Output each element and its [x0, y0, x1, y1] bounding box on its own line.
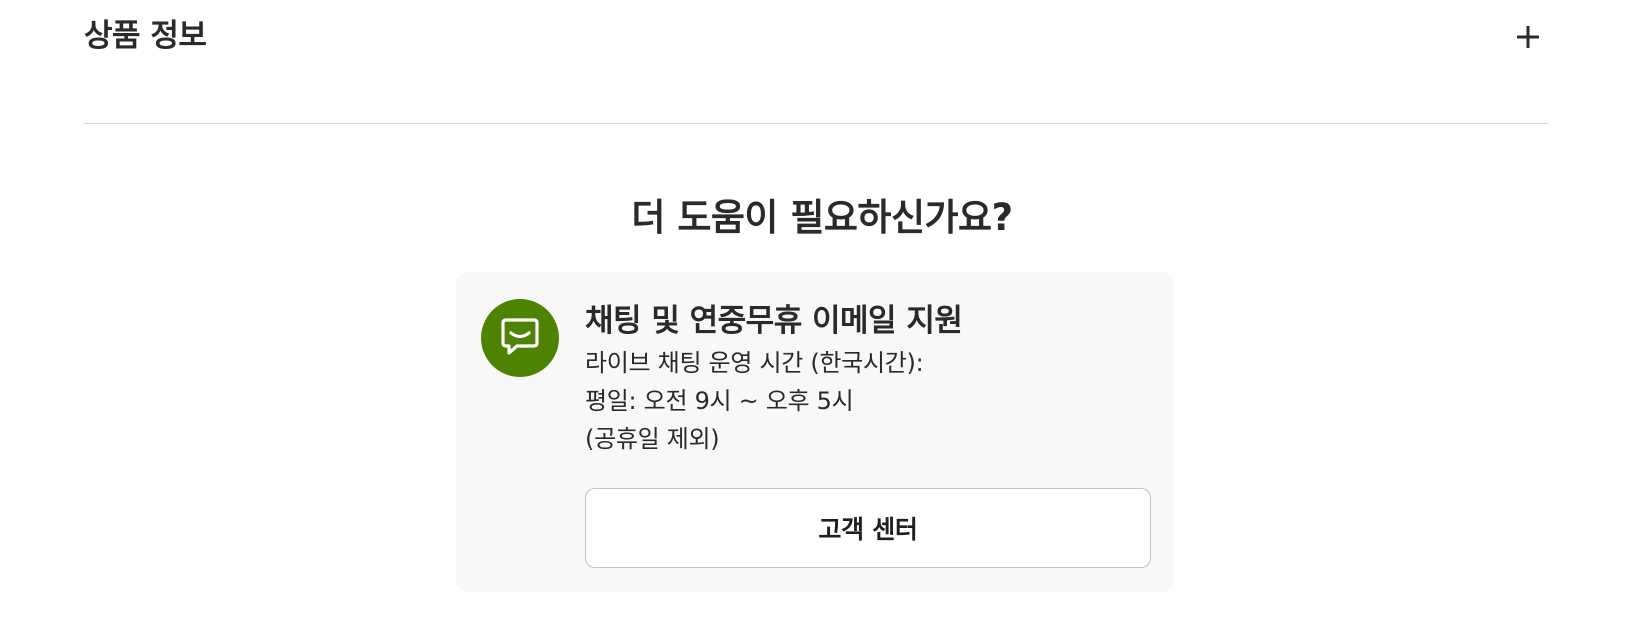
chat-badge — [481, 299, 559, 377]
customer-center-button[interactable]: 고객 센터 — [585, 488, 1151, 568]
product-info-accordion-header[interactable]: 상품 정보 — [84, 0, 1548, 124]
plus-icon[interactable] — [1508, 18, 1548, 58]
page: 상품 정보 더 도움이 필요하신가요? 채팅 및 연중무휴 이메일 지원 라이브… — [0, 0, 1644, 622]
support-card-title: 채팅 및 연중무휴 이메일 지원 — [585, 303, 963, 339]
weekday-hours: 평일: 오전 9시 ~ 오후 5시 — [585, 387, 854, 415]
live-chat-hours-label: 라이브 채팅 운영 시간 (한국시간): — [585, 349, 924, 377]
holiday-note: (공휴일 제외) — [585, 425, 720, 453]
product-info-title: 상품 정보 — [84, 18, 207, 54]
chat-bubble-icon — [501, 318, 539, 355]
help-section-title: 더 도움이 필요하신가요? — [631, 196, 1013, 239]
support-card-body: 채팅 및 연중무휴 이메일 지원 라이브 채팅 운영 시간 (한국시간): 평일… — [585, 298, 1151, 458]
support-card: 채팅 및 연중무휴 이메일 지원 라이브 채팅 운영 시간 (한국시간): 평일… — [456, 272, 1174, 592]
